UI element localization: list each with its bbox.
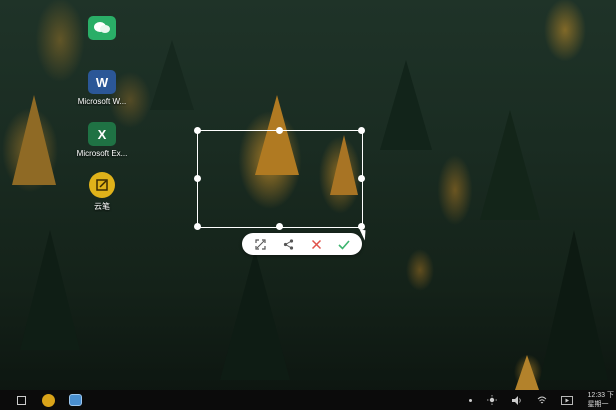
excel-icon: X (88, 122, 116, 146)
volume-icon (512, 395, 521, 405)
desktop-icon-word[interactable]: W Microsoft W... (72, 70, 132, 106)
app-window-icon (68, 394, 82, 406)
tree-shape (380, 60, 432, 150)
taskbar-app-files[interactable] (67, 393, 83, 407)
word-icon: W (88, 70, 116, 94)
close-icon (311, 239, 321, 249)
show-desktop-button[interactable] (14, 393, 28, 407)
coin-icon (41, 393, 55, 407)
taskbar-clock[interactable]: 12:33 下 星期一 (588, 391, 614, 409)
resize-handle-bottom-left[interactable] (194, 223, 201, 230)
desktop-icon-yunbi[interactable]: 云笔 (72, 172, 132, 212)
wifi-icon (537, 396, 547, 403)
screenshot-selection-area[interactable] (194, 127, 365, 230)
note-pen-icon (89, 172, 115, 198)
resize-handle-left[interactable] (194, 175, 201, 182)
desktop-icon-label: Microsoft Ex... (76, 149, 128, 158)
cancel-button[interactable] (305, 235, 327, 253)
tree-shape (220, 250, 290, 380)
desktop-icon-label: 云笔 (94, 202, 110, 211)
wechat-icon (88, 16, 116, 40)
desktop-icon-excel[interactable]: X Microsoft Ex... (72, 122, 132, 158)
dot-icon (468, 398, 472, 402)
tray-wifi[interactable] (536, 393, 548, 407)
tree-shape (12, 95, 56, 185)
resize-handle-top-right[interactable] (358, 127, 365, 134)
confirm-button[interactable] (333, 235, 355, 253)
tree-shape (20, 230, 80, 350)
brightness-icon (487, 395, 497, 405)
capture-toolbar (242, 233, 362, 255)
tray-brightness[interactable] (486, 393, 498, 407)
resize-handle-top[interactable] (276, 127, 283, 134)
desktop-icon-label: Microsoft W... (77, 97, 127, 106)
clock-time: 12:33 下 (587, 392, 614, 399)
tray-screen[interactable] (560, 393, 574, 407)
taskbar-app-yunbi[interactable] (40, 393, 56, 407)
desktop-icon-wechat[interactable] (72, 16, 132, 43)
expand-icon (254, 238, 266, 250)
square-icon (16, 395, 26, 405)
tree-shape (150, 40, 194, 110)
resize-handle-right[interactable] (358, 175, 365, 182)
tray-dot[interactable] (466, 393, 474, 407)
resize-handle-bottom[interactable] (276, 223, 283, 230)
share-button[interactable] (277, 235, 299, 253)
clock-date: 星期一 (587, 401, 609, 408)
tray-volume[interactable] (511, 393, 523, 407)
tree-shape (480, 110, 540, 220)
check-icon (338, 239, 350, 250)
taskbar: 12:33 下 星期一 (0, 390, 616, 410)
share-icon (283, 238, 293, 250)
resize-handle-top-left[interactable] (194, 127, 201, 134)
tree-shape (515, 355, 539, 390)
fullscreen-button[interactable] (249, 235, 271, 253)
screen-icon (561, 395, 573, 405)
tree-shape (540, 230, 608, 380)
